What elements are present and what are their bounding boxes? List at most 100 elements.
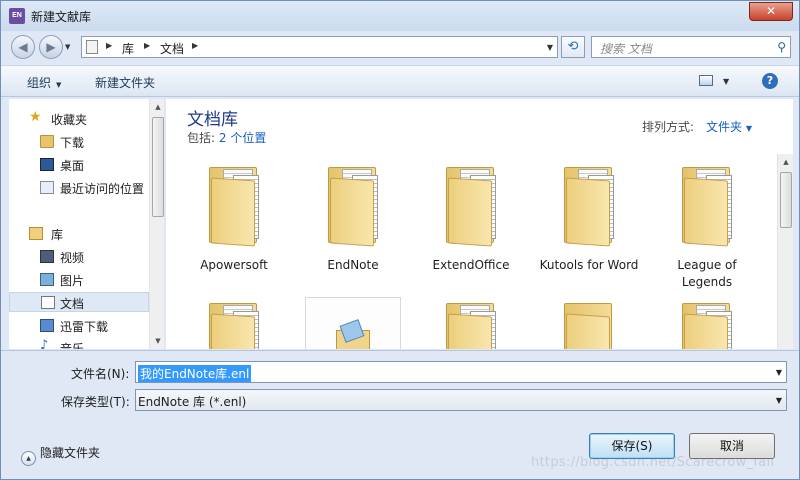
folder-item[interactable]: League of Legends xyxy=(657,159,757,289)
library-icon xyxy=(86,40,98,54)
folder-icon xyxy=(682,295,742,349)
thunder-downloads-icon xyxy=(40,319,54,332)
folder-item[interactable]: EndNote xyxy=(303,159,403,289)
includes-locations-link[interactable]: 2 个位置 xyxy=(219,131,266,145)
filetype-value: EndNote 库 (*.enl) xyxy=(138,395,247,409)
chevron-right-icon[interactable]: ▶ xyxy=(192,41,198,50)
scroll-up-icon[interactable]: ▲ xyxy=(778,154,793,170)
documents-icon xyxy=(41,296,55,309)
arrange-by-label: 排列方式: xyxy=(642,120,695,134)
filename-label: 文件名(N): xyxy=(71,367,130,381)
new-folder-button[interactable]: 新建文件夹 xyxy=(95,74,155,91)
scroll-down-icon[interactable]: ▼ xyxy=(150,333,164,349)
endnote-app-icon: EN xyxy=(9,8,25,24)
save-dialog: EN 新建文献库 ✕ ◀ ▶ ▼ ▶ 库 ▶ 文档 ▶ ▼ ⟲ 搜索 文档 ⚲ … xyxy=(0,0,800,480)
address-dropdown-icon[interactable]: ▼ xyxy=(547,43,553,52)
sidebar-item-videos[interactable]: 视频 xyxy=(9,247,149,267)
sidebar-item-label: 最近访问的位置 xyxy=(60,182,145,196)
star-icon: ★ xyxy=(29,109,42,125)
folder-icon xyxy=(209,159,269,247)
sidebar-item-label: 文档 xyxy=(60,297,85,311)
folder-name: ExtendOffice xyxy=(432,258,510,272)
search-placeholder: 搜索 文档 xyxy=(600,42,652,56)
sidebar-item-label: 下载 xyxy=(60,136,85,150)
hide-folders-label: 隐藏文件夹 xyxy=(40,446,101,460)
sidebar-item-favorites[interactable]: ★ 收藏夹 xyxy=(9,109,149,129)
forward-button[interactable]: ▶ xyxy=(39,35,63,59)
nav-pane-scrollbar[interactable]: ▲ ▼ xyxy=(149,99,164,349)
pictures-icon xyxy=(40,273,54,286)
filename-input[interactable]: 我的EndNote库.enl ▼ xyxy=(135,361,787,383)
sidebar-item-pictures[interactable]: 图片 xyxy=(9,270,149,290)
title-bar[interactable]: EN 新建文献库 ✕ xyxy=(1,1,799,31)
folder-item[interactable] xyxy=(184,295,284,349)
scrollbar-thumb[interactable] xyxy=(152,117,164,217)
scroll-up-icon[interactable]: ▲ xyxy=(150,99,164,115)
video-icon xyxy=(40,250,54,263)
save-form: 文件名(N): 我的EndNote库.enl ▼ 保存类型(T): EndNot… xyxy=(1,350,799,479)
folder-icon xyxy=(328,159,388,247)
folder-name: League of Legends xyxy=(677,258,737,289)
folder-icon xyxy=(564,159,624,247)
cancel-button[interactable]: 取消 xyxy=(689,433,775,459)
folder-item[interactable] xyxy=(657,295,757,349)
arrange-by-dropdown[interactable]: 文件夹 ▼ xyxy=(706,118,752,135)
sidebar-item-downloads[interactable]: 下载 xyxy=(9,132,149,152)
change-view-icon[interactable] xyxy=(699,75,713,86)
organize-button[interactable]: 组织 ▼ xyxy=(27,74,61,91)
sidebar-item-thunder-downloads[interactable]: 迅雷下载 xyxy=(9,316,149,336)
window-title: 新建文献库 xyxy=(31,10,92,24)
filetype-label: 保存类型(T): xyxy=(61,395,130,409)
save-button[interactable]: 保存(S) xyxy=(589,433,675,459)
chevron-right-icon[interactable]: ▶ xyxy=(106,41,112,50)
filetype-select[interactable]: EndNote 库 (*.enl) ▼ xyxy=(135,389,787,411)
scrollbar-thumb[interactable] xyxy=(780,172,792,228)
back-button[interactable]: ◀ xyxy=(11,35,35,59)
address-bar[interactable]: ▶ 库 ▶ 文档 ▶ ▼ xyxy=(81,36,558,58)
breadcrumb-library[interactable]: 库 xyxy=(122,40,134,57)
command-bar: 组织 ▼ 新建文件夹 ▼ ? xyxy=(1,65,799,97)
folder-icon xyxy=(564,295,624,349)
sidebar-item-label: 收藏夹 xyxy=(51,113,88,127)
filetype-dropdown-icon[interactable]: ▼ xyxy=(776,396,782,405)
navigation-pane: ★ 收藏夹 下载 桌面 最近访问的位置 库 视频 图片 文档 迅雷下载 ♪ 音乐… xyxy=(9,99,165,349)
sidebar-item-libraries[interactable]: 库 xyxy=(9,224,149,244)
close-button[interactable]: ✕ xyxy=(749,2,793,21)
folder-item[interactable]: Kutools for Word xyxy=(539,159,639,289)
folder-item[interactable] xyxy=(305,297,401,349)
search-icon[interactable]: ⚲ xyxy=(777,40,786,54)
folder-icon xyxy=(209,295,269,349)
breadcrumb-documents[interactable]: 文档 xyxy=(160,40,184,57)
desktop-icon xyxy=(40,158,54,171)
caret-down-icon: ▼ xyxy=(56,81,62,89)
arrange-by-value: 文件夹 xyxy=(706,120,743,134)
folder-item[interactable] xyxy=(421,295,521,349)
caret-down-icon: ▼ xyxy=(745,124,752,133)
recent-locations-dropdown-icon[interactable]: ▼ xyxy=(65,43,70,51)
file-view-scrollbar[interactable]: ▲ xyxy=(777,154,793,349)
library-includes: 包括: 2 个位置 xyxy=(187,129,266,146)
refresh-button[interactable]: ⟲ xyxy=(561,36,585,58)
sidebar-item-recent-places[interactable]: 最近访问的位置 xyxy=(9,178,149,198)
recent-places-icon xyxy=(40,181,54,194)
help-icon[interactable]: ? xyxy=(762,73,778,89)
folder-item[interactable] xyxy=(539,295,639,349)
sidebar-item-desktop[interactable]: 桌面 xyxy=(9,155,149,175)
sidebar-item-music[interactable]: ♪ 音乐 xyxy=(9,338,149,349)
folder-name: Kutools for Word xyxy=(539,258,639,272)
folder-icon xyxy=(682,159,742,247)
hide-folders-toggle[interactable]: ▲ 隐藏文件夹 xyxy=(21,444,100,466)
filename-value[interactable]: 我的EndNote库.enl xyxy=(138,365,252,382)
folder-item[interactable]: Apowersoft xyxy=(184,159,284,289)
sidebar-item-label: 迅雷下载 xyxy=(60,320,109,334)
music-icon: ♪ xyxy=(40,338,49,349)
folder-item[interactable]: ExtendOffice xyxy=(421,159,521,289)
sidebar-item-label: 视频 xyxy=(60,251,85,265)
search-box[interactable]: 搜索 文档 ⚲ xyxy=(591,36,791,58)
view-options-caret-icon[interactable]: ▼ xyxy=(723,77,729,86)
filename-dropdown-icon[interactable]: ▼ xyxy=(776,368,782,377)
libraries-icon xyxy=(29,227,43,240)
downloads-folder-icon xyxy=(40,135,54,148)
sidebar-item-documents[interactable]: 文档 xyxy=(9,292,149,312)
chevron-right-icon[interactable]: ▶ xyxy=(144,41,150,50)
